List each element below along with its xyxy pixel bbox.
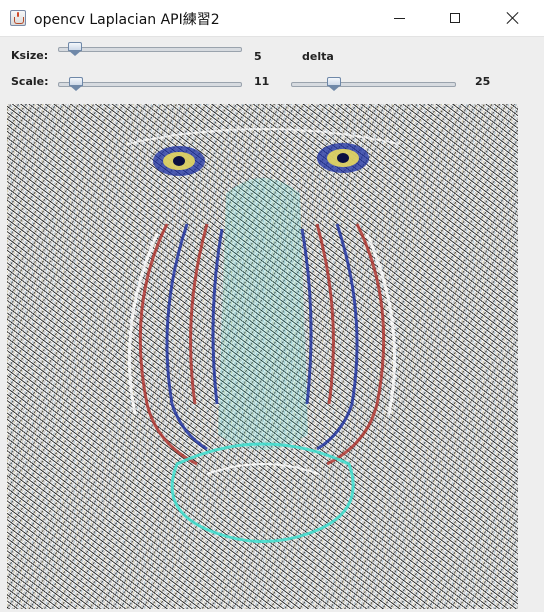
delta-slider-track[interactable]: [291, 82, 456, 87]
left-eye: [153, 146, 205, 176]
minimize-icon: [393, 17, 405, 19]
ksize-slider-thumb[interactable]: [67, 42, 82, 56]
scale-label: Scale:: [11, 75, 49, 88]
scale-slider-track[interactable]: [58, 82, 242, 87]
app-window: opencv Laplacian API練習2 Ksize: 5 delta S…: [0, 0, 544, 612]
maximize-button[interactable]: [432, 0, 478, 36]
minimize-button[interactable]: [376, 0, 422, 36]
right-cheek-ridges: [300, 223, 397, 466]
delta-value: 25: [475, 75, 491, 88]
window-title: opencv Laplacian API練習2: [34, 12, 220, 28]
delta-slider[interactable]: [291, 77, 456, 91]
nose-bridge: [217, 178, 309, 450]
delta-slider-thumb[interactable]: [326, 77, 341, 91]
ksize-slider-track[interactable]: [58, 47, 242, 52]
maximize-icon: [450, 13, 460, 23]
java-coffee-icon: [10, 10, 26, 26]
brow-line: [126, 128, 400, 145]
close-icon: [506, 11, 520, 25]
laplacian-output-image: [7, 104, 518, 609]
scale-slider[interactable]: [58, 77, 242, 91]
ksize-label: Ksize:: [11, 49, 49, 62]
close-button[interactable]: [490, 0, 536, 36]
ksize-value: 5: [254, 50, 262, 63]
ksize-slider[interactable]: [58, 42, 242, 56]
scale-value: 11: [254, 75, 270, 88]
left-cheek-ridges: [127, 223, 224, 466]
scale-slider-thumb[interactable]: [69, 77, 84, 91]
title-bar[interactable]: opencv Laplacian API練習2: [0, 0, 544, 37]
mandrill-edge-drawing: [126, 128, 400, 543]
delta-label: delta: [302, 50, 334, 63]
muzzle-outline: [170, 442, 355, 543]
right-eye: [317, 143, 369, 173]
